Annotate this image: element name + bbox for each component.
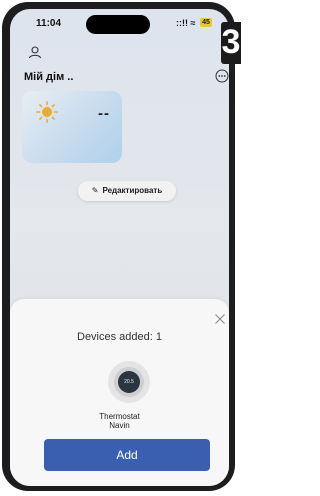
device-name-line1: Thermostat [99,412,140,421]
app-screen: 11:04 ::!! ≈ 45 Мій дім .. -- ✎ Редактир… [10,9,229,486]
thermostat-image: 20.5 [108,361,150,403]
device-name: Thermostat Navin [10,412,229,430]
step-badge: 3 [221,22,241,64]
add-button[interactable]: Add [44,439,210,471]
thermostat-display: 20.5 [118,371,140,393]
close-icon[interactable] [214,313,226,325]
devices-added-text: Devices added: 1 [77,331,162,343]
phone-frame: 11:04 ::!! ≈ 45 Мій дім .. -- ✎ Редактир… [2,2,235,491]
device-name-line2: Navin [109,421,130,430]
